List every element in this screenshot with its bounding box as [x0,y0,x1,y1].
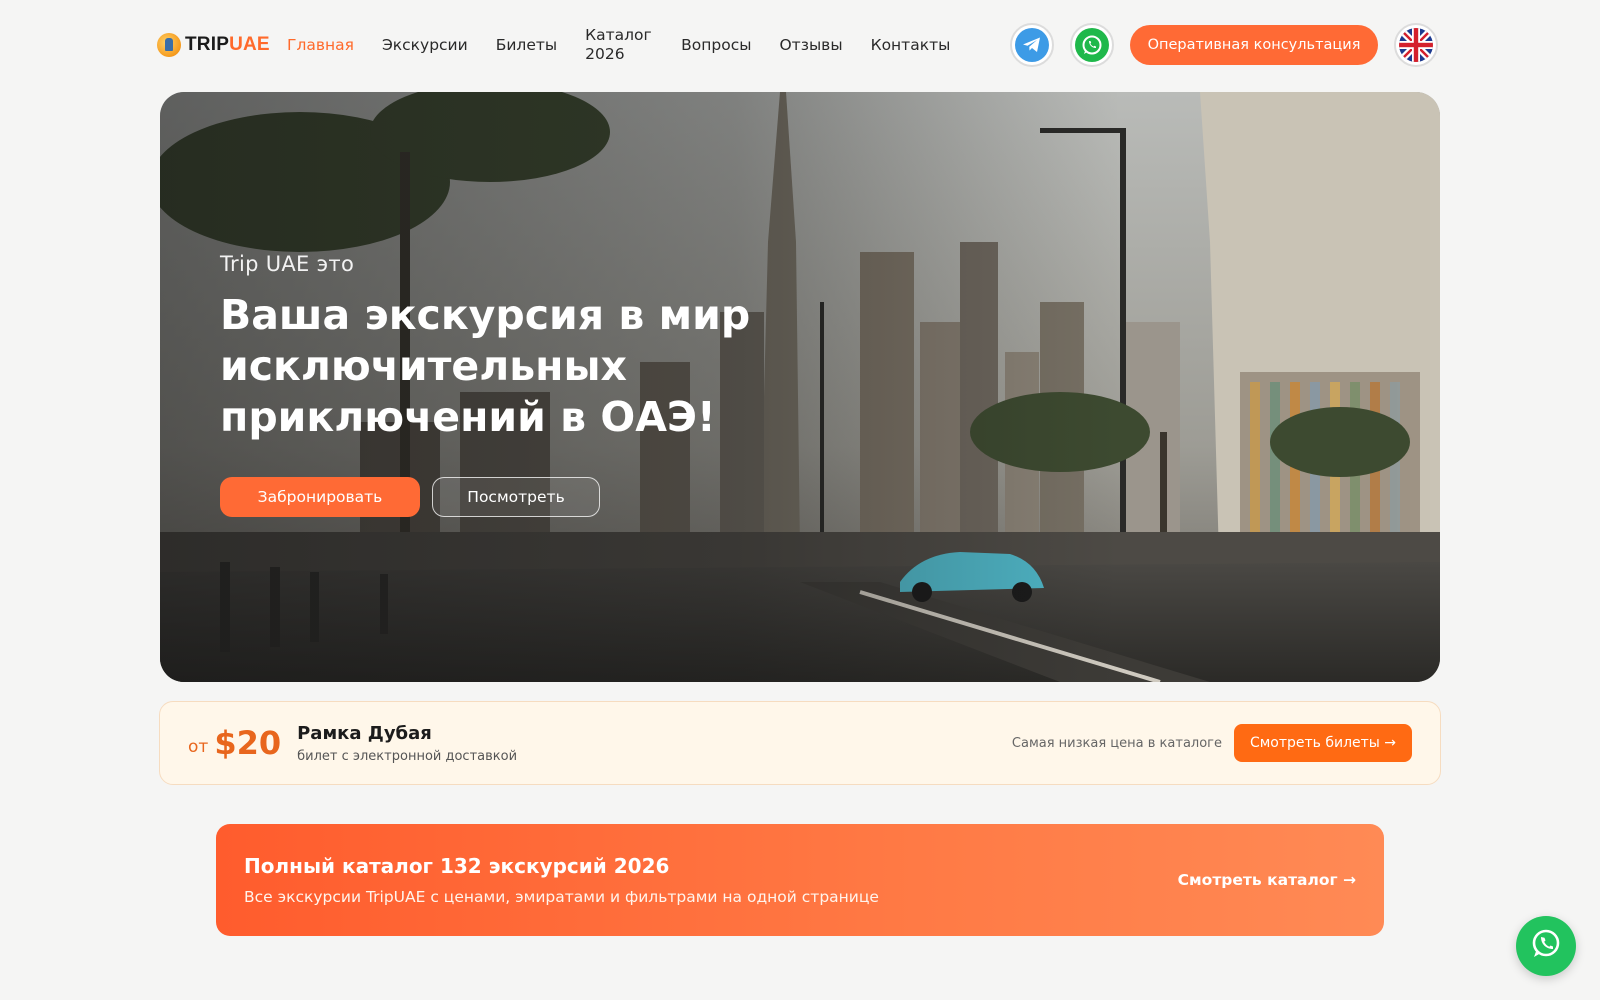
logo-text: TRIPUAE [185,34,270,55]
site-header: TRIPUAE Главная Экскурсии Билеты Каталог… [157,20,1440,70]
product-subtitle: билет с электронной доставкой [297,748,518,764]
uk-flag-icon [1399,28,1433,62]
nav-item-excursions[interactable]: Экскурсии [382,36,468,55]
whatsapp-icon [1075,28,1109,62]
price-from-label: от [188,737,209,757]
whatsapp-icon [1529,927,1563,965]
hero-actions: Забронировать Посмотреть [220,477,860,517]
book-button[interactable]: Забронировать [220,477,420,517]
hero-title: Ваша экскурсия в мир исключительных прик… [220,291,751,441]
whatsapp-button[interactable] [1070,23,1114,67]
catalog-subtitle: Все экскурсии TripUAE с ценами, эмиратам… [244,888,879,906]
nav-item-tickets[interactable]: Билеты [496,36,557,55]
logo[interactable]: TRIPUAE [157,33,277,57]
nav-item-contacts[interactable]: Контакты [871,36,951,55]
view-button[interactable]: Посмотреть [432,477,600,517]
lowest-price-strip: от $20 Рамка Дубая билет с электронной д… [159,701,1441,785]
hero-kicker: Trip UAE это [220,252,355,276]
catalog-text: Полный каталог 132 экскурсий 2026 Все эк… [244,854,879,906]
telegram-button[interactable] [1010,23,1054,67]
main-nav: Главная Экскурсии Билеты Каталог 2026 Во… [287,26,978,64]
hero-banner: Trip UAE это Ваша экскурсия в мир исключ… [160,92,1440,682]
view-tickets-button[interactable]: Смотреть билеты → [1234,724,1412,762]
nav-item-faq[interactable]: Вопросы [681,36,751,55]
language-switcher[interactable] [1394,23,1438,67]
logo-icon [157,33,181,57]
price-amount: $20 [214,724,282,762]
price-product: Рамка Дубая билет с электронной доставко… [297,723,517,764]
price-actions: Самая низкая цена в каталоге Смотреть би… [1012,724,1412,762]
consultation-button[interactable]: Оперативная консультация [1130,25,1378,65]
nav-item-reviews[interactable]: Отзывы [779,36,842,55]
catalog-banner[interactable]: Полный каталог 132 экскурсий 2026 Все эк… [216,824,1384,936]
lowest-price-note: Самая низкая цена в каталоге [1011,735,1222,751]
hero-content: Trip UAE это Ваша экскурсия в мир исключ… [220,252,860,517]
nav-item-home[interactable]: Главная [287,36,354,55]
telegram-icon [1015,28,1049,62]
product-name: Рамка Дубая [297,722,432,744]
catalog-title: Полный каталог 132 экскурсий 2026 [244,854,670,878]
nav-item-catalog-2026[interactable]: Каталог 2026 [585,26,653,64]
floating-whatsapp-button[interactable] [1516,916,1576,976]
view-catalog-link[interactable]: Смотреть каталог → [1178,871,1356,889]
